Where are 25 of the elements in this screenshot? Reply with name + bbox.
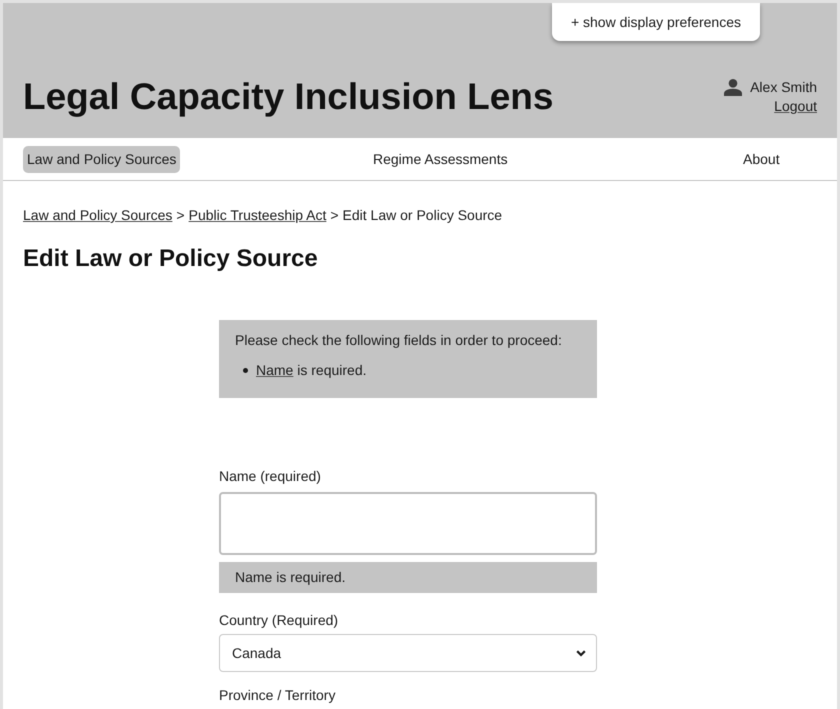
display-preferences-button[interactable]: + show display preferences — [552, 3, 760, 41]
nav-tab[interactable]: About — [739, 146, 784, 172]
error-summary-heading: Please check the following fields in order to proceed: — [235, 331, 563, 350]
app-title: Legal Capacity Inclusion Lens — [23, 75, 554, 119]
logout-link[interactable]: Logout — [774, 97, 817, 116]
field-label: Name (required) — [219, 467, 322, 486]
breadcrumb-link[interactable]: Public Trusteeship Act — [188, 207, 326, 223]
field-label: Province / Territory — [219, 686, 336, 705]
error-field-link[interactable]: Name — [256, 362, 294, 378]
field-label: Country (Required) — [219, 611, 340, 630]
text-input-field[interactable] — [219, 492, 597, 555]
breadcrumb-separator: > — [176, 207, 185, 223]
error-summary-item: Name is required. — [256, 362, 367, 378]
breadcrumb-current: Edit Law or Policy Source — [342, 207, 502, 223]
breadcrumb-link[interactable]: Law and Policy Sources — [23, 207, 172, 223]
page-title: Edit Law or Policy Source — [23, 244, 319, 273]
breadcrumb-separator: > — [330, 207, 339, 223]
error-message: Name is required. — [219, 562, 597, 593]
user-name: Alex Smith — [750, 78, 817, 97]
nav-tab[interactable]: Law and Policy Sources — [23, 146, 180, 172]
user-icon — [724, 79, 742, 96]
nav-tab[interactable]: Regime Assessments — [369, 146, 512, 172]
bullet-icon — [243, 368, 248, 373]
chevron-down-icon — [576, 650, 586, 656]
country-select[interactable]: Canada — [219, 634, 597, 672]
